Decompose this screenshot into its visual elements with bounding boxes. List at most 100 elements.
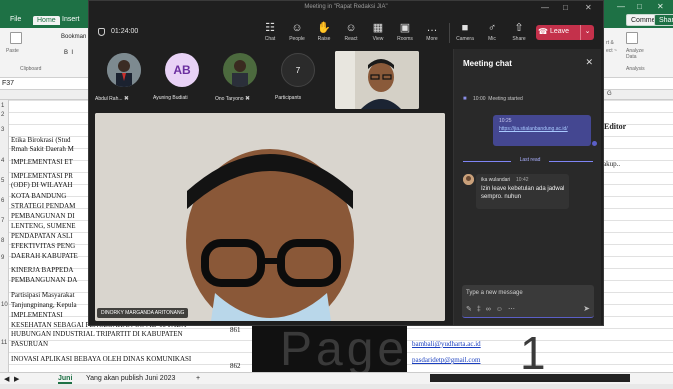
attach-icon[interactable]: ‡ xyxy=(477,306,486,313)
cell-text[interactable]: Tanjungpinang, Kepula xyxy=(11,301,77,309)
participant-tile[interactable]: AB Ayuning Budiati xyxy=(153,49,209,111)
cell-text[interactable]: PEMBANGUNAN DA xyxy=(11,276,77,284)
sheet-tab-juni[interactable]: Juni xyxy=(58,375,73,384)
last-read-label: Last read xyxy=(519,157,541,163)
paste-icon[interactable] xyxy=(10,32,22,44)
row-number[interactable]: 4 xyxy=(1,158,4,164)
analyze-data-icon[interactable] xyxy=(626,32,638,44)
close-icon[interactable]: ✕ xyxy=(585,57,593,68)
view-button[interactable]: ▦ View xyxy=(364,21,392,42)
email-link[interactable]: pasdaridetp@gmail.com xyxy=(412,356,480,364)
cell-text[interactable]: Rmah Sakit Daerah M xyxy=(11,145,74,153)
loop-icon[interactable]: ∞ xyxy=(486,306,496,313)
column-g-header[interactable]: G xyxy=(607,91,612,97)
rooms-label: Rooms xyxy=(397,36,413,42)
cell-text[interactable]: (ODF) DI WILAYAH xyxy=(11,181,72,189)
row-number[interactable]: 7 xyxy=(1,218,4,224)
row-number[interactable]: 1 xyxy=(1,103,4,109)
close-icon[interactable]: ✕ xyxy=(585,3,592,12)
cell-text[interactable]: KINERJA BAPPEDA xyxy=(11,266,73,274)
cell-text[interactable]: Partisipasi Masyarakat xyxy=(11,291,75,299)
font-select[interactable]: Bookman xyxy=(61,34,86,40)
cell-text[interactable]: LENTENG, SUMENE xyxy=(11,222,76,230)
rooms-button[interactable]: ▣ Rooms xyxy=(391,21,419,42)
cell-text[interactable]: akup.. xyxy=(603,160,620,168)
meeting-toolbar: 01:24:00 ☷ Chat ☺ People ✋ Raise ☺ React ▦ Vi… xyxy=(89,15,603,49)
cell-text[interactable]: PEMBANGUNAN DI xyxy=(11,212,75,220)
avatar[interactable] xyxy=(463,174,474,185)
editor-header-cell[interactable]: Editor xyxy=(604,122,626,131)
maximize-icon[interactable]: □ xyxy=(637,2,642,11)
cell-text[interactable]: STRATEGI PENDAM xyxy=(11,202,75,210)
tab-file[interactable]: File xyxy=(10,16,21,23)
camera-button[interactable]: ■ Camera xyxy=(451,21,479,42)
participant-video-thumbnail[interactable] xyxy=(335,51,419,109)
minimize-icon[interactable]: — xyxy=(617,2,625,11)
add-sheet-icon[interactable]: + xyxy=(196,375,200,382)
row-number[interactable]: 6 xyxy=(1,198,4,204)
minimize-icon[interactable]: — xyxy=(541,3,549,12)
row-number[interactable]: 10 xyxy=(1,302,8,308)
participants-overflow-tile[interactable]: 7 Participants xyxy=(269,49,325,111)
raise-hand-button[interactable]: ✋ Raise xyxy=(310,21,338,42)
leave-button[interactable]: ☎ Leave ⌄ xyxy=(536,25,594,40)
cell-text[interactable]: EFEKTIVITAS PENG xyxy=(11,242,75,250)
cell-text[interactable]: DAERAH KABUPATE xyxy=(11,252,78,260)
tab-home[interactable]: Home xyxy=(33,16,60,25)
email-link[interactable]: bambali@yudharta.ac.id xyxy=(412,340,481,348)
meeting-started-time: 10:00 xyxy=(473,96,486,102)
next-sheet-icon[interactable]: ▶ xyxy=(14,375,19,383)
horizontal-scrollbar[interactable] xyxy=(430,374,630,382)
mic-button[interactable]: ♂ Mic xyxy=(478,21,506,42)
chat-label: Chat xyxy=(264,36,276,42)
cell-text[interactable]: Etika Birokrasi (Stud xyxy=(11,136,71,144)
chat-composer[interactable]: Type a new message ✎‡∞☺⋯ ➤ xyxy=(462,285,594,318)
send-icon[interactable]: ➤ xyxy=(583,304,590,313)
cell-text[interactable]: IMPLEMENTASI ET xyxy=(11,158,73,166)
tab-insert[interactable]: Insert xyxy=(62,16,80,23)
main-speaker-video[interactable]: DINORKY MARGANDA ARITONANG xyxy=(95,113,445,321)
people-button[interactable]: ☺ People xyxy=(283,21,311,42)
cell-text[interactable]: IMPLEMENTASI xyxy=(11,311,63,319)
share-screen-button[interactable]: ⇧ Share xyxy=(505,21,533,42)
sort-filter-label[interactable]: rt & xyxy=(606,40,614,46)
row-number[interactable]: 5 xyxy=(1,178,4,184)
chevron-down-icon[interactable]: ⌄ xyxy=(580,25,594,40)
cell-text[interactable]: HUBUNGAN INDUSTRIAL TRIPARTIT DI KABUPAT… xyxy=(11,330,183,338)
cell-text[interactable]: IMPLEMENTASI PR xyxy=(11,172,73,180)
row-number[interactable]: 11 xyxy=(1,340,7,346)
message-input[interactable]: Type a new message xyxy=(466,290,523,296)
message-link[interactable]: https://jia.stialanbandung.ac.id/ xyxy=(499,126,587,133)
row-number[interactable]: 8 xyxy=(1,238,4,244)
cell-text[interactable]: PASURUAN xyxy=(11,340,48,348)
emoji-icon[interactable]: ☺ xyxy=(496,306,508,313)
close-icon[interactable]: ✕ xyxy=(657,2,664,11)
row-number[interactable]: 9 xyxy=(1,255,4,261)
sheet-tab-publish[interactable]: Yang akan publish Juni 2023 xyxy=(86,375,175,382)
own-message-bubble[interactable]: 10:25 https://jia.stialanbandung.ac.id/ xyxy=(493,115,591,146)
more-button[interactable]: … More xyxy=(418,21,446,42)
format-icon[interactable]: ✎ xyxy=(466,306,477,313)
cell-number[interactable]: 861 xyxy=(230,326,241,334)
maximize-icon[interactable]: □ xyxy=(563,3,568,12)
cell-text[interactable]: INOVASI APLIKASI BEBAYA OLEH DINAS KOMUN… xyxy=(11,355,191,363)
participant-tile[interactable]: Ono Taryono ✖ xyxy=(211,49,267,111)
prev-sheet-icon[interactable]: ◀ xyxy=(4,375,9,383)
find-select-label[interactable]: ect ~ xyxy=(606,48,617,54)
chat-button[interactable]: ☷ Chat xyxy=(256,21,284,42)
more-options-icon[interactable]: ⋯ xyxy=(508,306,520,313)
participant-tile[interactable]: Abdul Rah... ✖ xyxy=(95,49,151,111)
cell-number[interactable]: 862 xyxy=(230,362,241,370)
cell-text[interactable]: KOTA BANDUNG xyxy=(11,192,66,200)
cell-text[interactable]: PENDAPATAN ASLI xyxy=(11,232,73,240)
row-number[interactable]: 2 xyxy=(1,112,4,118)
participant-name: Ayuning Budiati xyxy=(153,95,188,101)
react-button[interactable]: ☺ React xyxy=(337,21,365,42)
incoming-message[interactable]: ika wulandari 10:42 Izin leave kebetulan… xyxy=(476,174,569,209)
share-button[interactable]: Share xyxy=(654,14,673,26)
row-number[interactable]: 3 xyxy=(1,127,4,133)
bold-italic-buttons[interactable]: B I xyxy=(64,50,73,56)
paste-label[interactable]: Paste xyxy=(6,48,19,54)
name-box[interactable]: F37 xyxy=(2,80,14,87)
analyze-data-label[interactable]: Analyze Data xyxy=(626,48,646,60)
